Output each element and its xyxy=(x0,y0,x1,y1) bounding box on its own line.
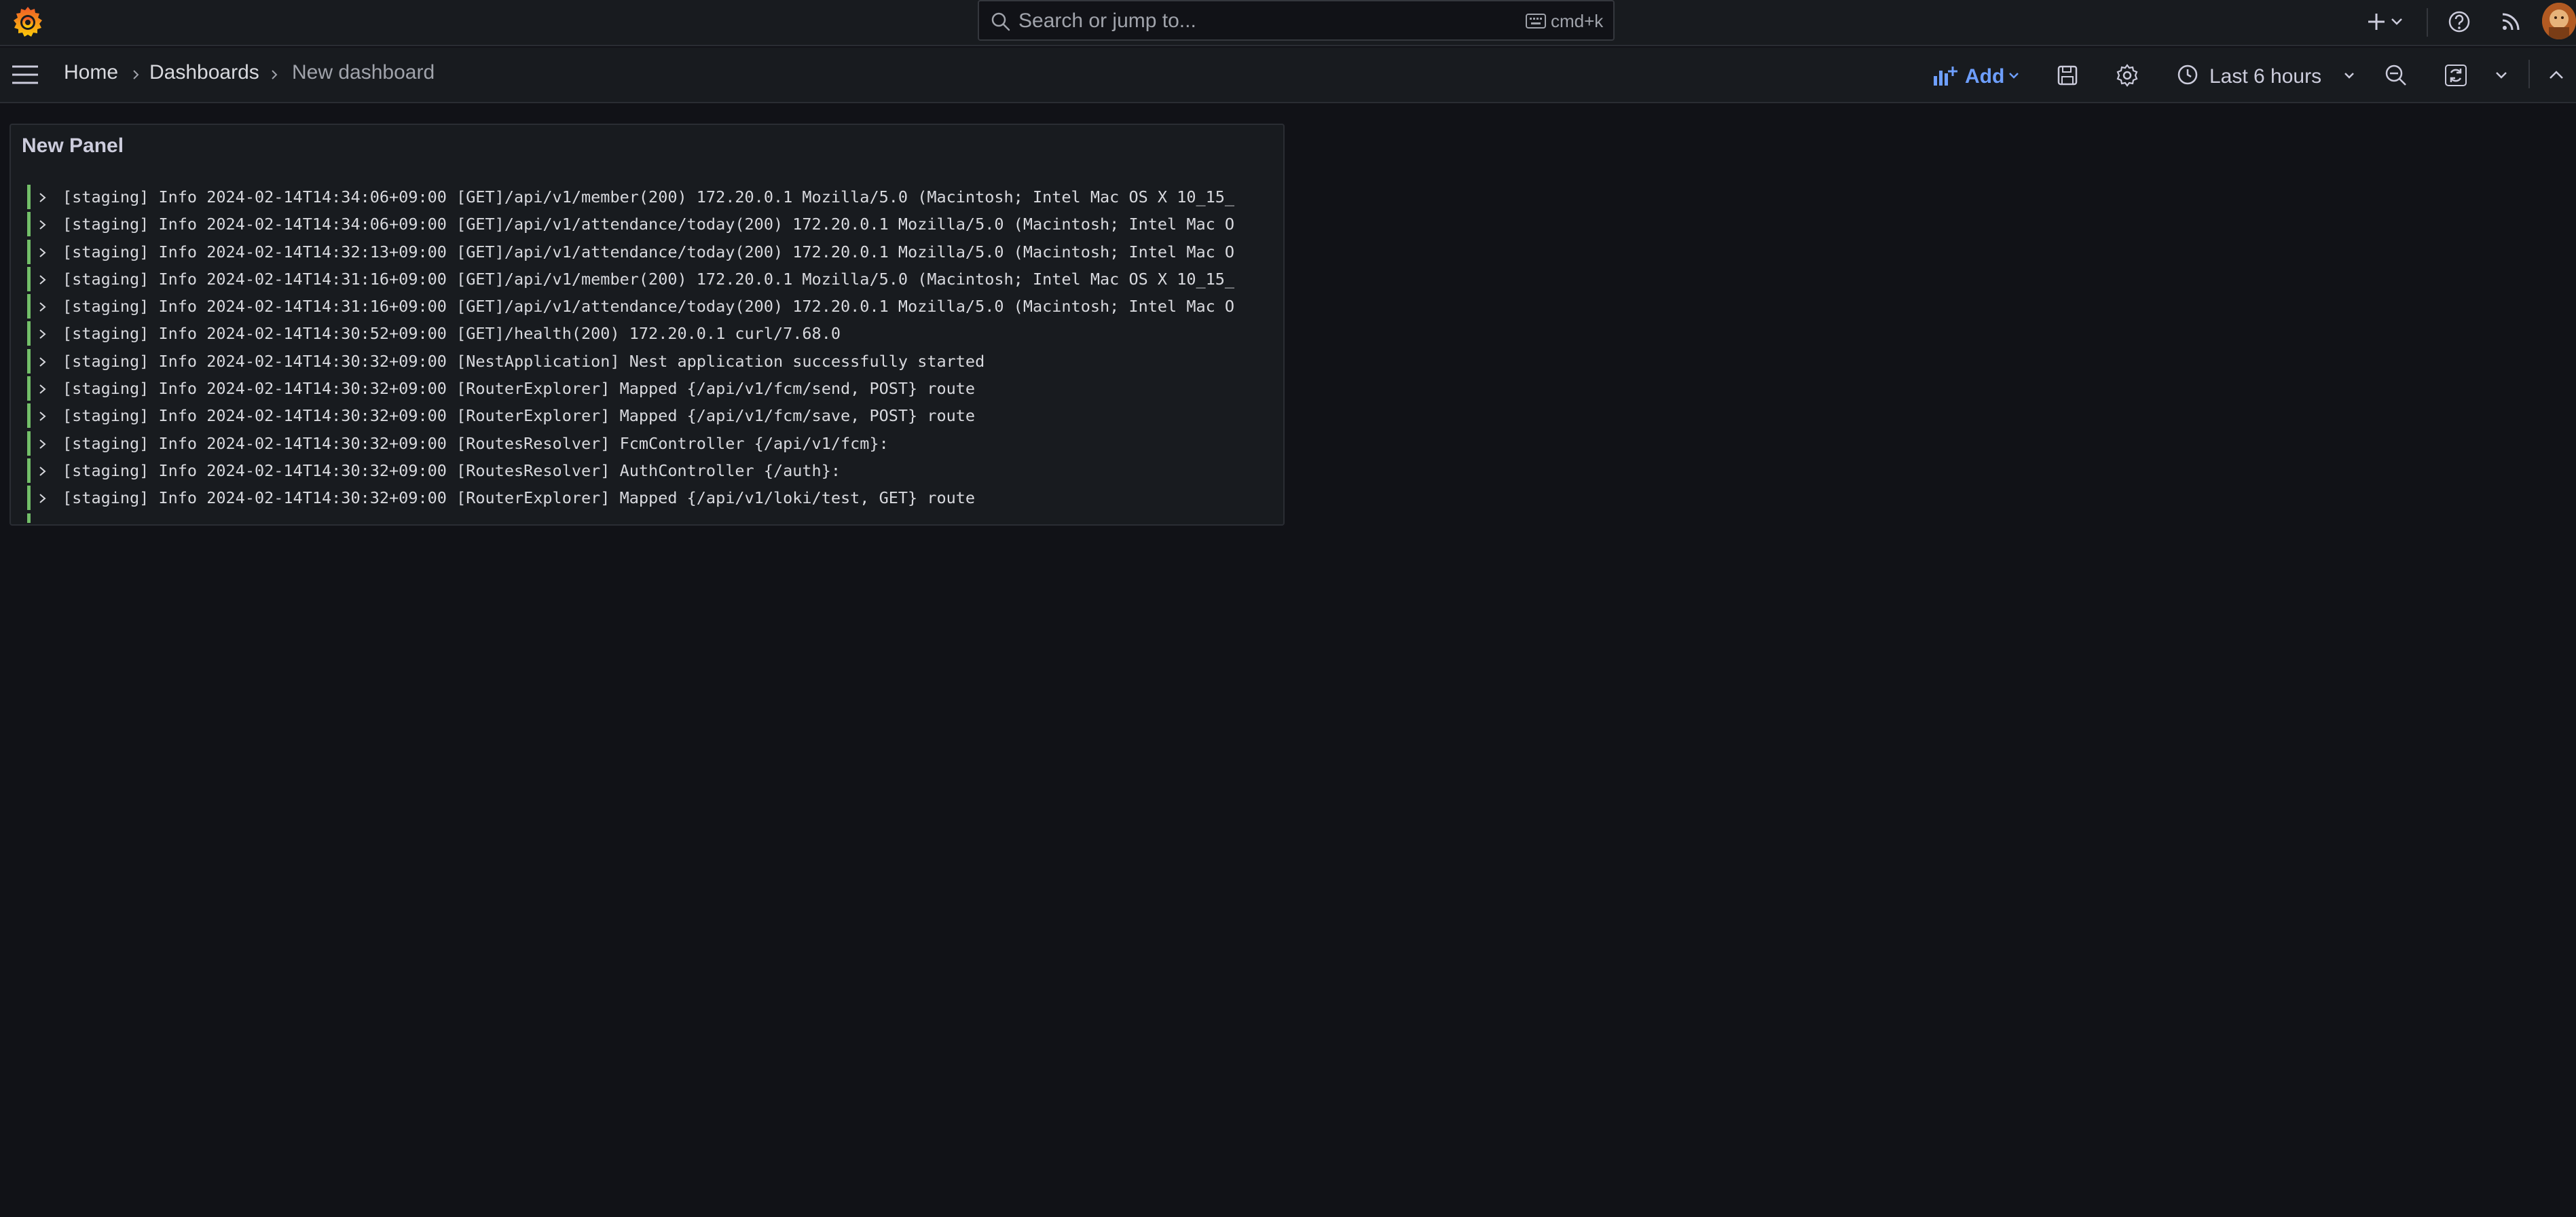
log-row[interactable]: [staging] Info 2024-02-14T14:30:32+09:00… xyxy=(27,402,1283,429)
keyboard-icon xyxy=(1526,14,1546,29)
user-avatar[interactable] xyxy=(2542,3,2576,39)
time-range-label: Last 6 hours xyxy=(2209,65,2322,88)
expand-chevron-icon[interactable] xyxy=(38,247,48,259)
divider xyxy=(2528,60,2530,88)
breadcrumb-current: New dashboard xyxy=(292,61,435,84)
panel-title[interactable]: New Panel xyxy=(22,134,124,158)
chevron-right-icon xyxy=(133,70,139,79)
expand-chevron-icon[interactable] xyxy=(38,356,48,368)
log-row[interactable]: [staging] Info 2024-02-14T14:30:32+09:00… xyxy=(27,484,1283,511)
dashboard-nav-bar: Home Dashboards New dashboard Add Last 6… xyxy=(0,48,2576,103)
help-icon[interactable] xyxy=(2446,8,2473,35)
add-panel-icon xyxy=(1934,67,1957,86)
add-button-label: Add xyxy=(1965,65,2005,88)
log-level-indicator xyxy=(27,486,31,511)
log-row[interactable]: [staging] Info 2024-02-14T14:31:16+09:00… xyxy=(27,266,1283,293)
log-row[interactable]: [staging] Info 2024-02-14T14:34:06+09:00… xyxy=(27,211,1283,238)
news-feed-icon[interactable] xyxy=(2497,8,2524,35)
log-line: [staging] Info 2024-02-14T14:32:13+09:00… xyxy=(62,242,1235,261)
log-list[interactable]: [staging] Info 2024-02-14T14:34:06+09:00… xyxy=(27,183,1283,512)
grafana-logo-icon[interactable] xyxy=(10,4,46,41)
expand-chevron-icon[interactable] xyxy=(38,192,48,204)
search-bar[interactable]: Search or jump to... cmd+k xyxy=(978,0,1615,41)
expand-chevron-icon[interactable] xyxy=(38,438,48,450)
log-row[interactable]: [staging] Info 2024-02-14T14:34:06+09:00… xyxy=(27,183,1283,211)
log-row[interactable]: [staging] Info 2024-02-14T14:30:32+09:00… xyxy=(27,348,1283,375)
log-level-indicator xyxy=(27,431,31,456)
log-line: [staging] Info 2024-02-14T14:31:16+09:00… xyxy=(62,269,1235,289)
expand-chevron-icon[interactable] xyxy=(38,274,48,286)
search-shortcut: cmd+k xyxy=(1551,11,1604,31)
log-level-indicator xyxy=(27,185,31,209)
log-level-indicator xyxy=(27,294,31,319)
log-row[interactable]: [staging] Info 2024-02-14T14:30:32+09:00… xyxy=(27,430,1283,457)
chevron-right-icon xyxy=(272,70,278,79)
expand-chevron-icon[interactable] xyxy=(38,383,48,395)
log-row[interactable]: [staging] Info 2024-02-14T14:32:13+09:00… xyxy=(27,238,1283,266)
log-row[interactable]: [staging] Info 2024-02-14T14:30:32+09:00… xyxy=(27,457,1283,484)
log-level-indicator xyxy=(27,458,31,483)
save-icon[interactable] xyxy=(2055,62,2080,88)
add-button[interactable]: Add xyxy=(1928,58,2030,92)
log-level-indicator xyxy=(27,239,31,264)
log-level-indicator xyxy=(27,212,31,237)
log-level-indicator xyxy=(27,376,31,401)
chevron-up-icon[interactable] xyxy=(2546,62,2566,88)
log-level-indicator xyxy=(27,348,31,374)
expand-chevron-icon[interactable] xyxy=(38,219,48,231)
chevron-down-icon[interactable] xyxy=(2493,62,2509,88)
log-line: [staging] Info 2024-02-14T14:30:32+09:00… xyxy=(62,406,976,426)
divider xyxy=(2427,8,2428,37)
zoom-out-icon[interactable] xyxy=(2383,62,2409,88)
refresh-icon[interactable] xyxy=(2443,62,2469,88)
plus-icon[interactable] xyxy=(2363,8,2390,35)
time-range-picker[interactable]: Last 6 hours xyxy=(2173,58,2363,92)
log-row[interactable]: [staging] Info 2024-02-14T14:31:16+09:00… xyxy=(27,293,1283,320)
menu-icon[interactable] xyxy=(11,62,39,87)
chevron-down-icon[interactable] xyxy=(2389,8,2405,35)
log-line: [staging] Info 2024-02-14T14:34:06+09:00… xyxy=(62,187,1235,206)
chevron-down-icon xyxy=(2009,73,2019,79)
breadcrumb-dashboards[interactable]: Dashboards xyxy=(149,61,259,84)
expand-chevron-icon[interactable] xyxy=(38,465,48,477)
logs-panel[interactable]: New Panel [staging] Info 2024-02-14T14:3… xyxy=(10,124,1285,526)
log-line: [staging] Info 2024-02-14T14:31:16+09:00… xyxy=(62,297,1235,316)
expand-chevron-icon[interactable] xyxy=(38,301,48,313)
log-level-indicator xyxy=(27,266,31,291)
log-row[interactable]: [staging] Info 2024-02-14T14:30:52+09:00… xyxy=(27,320,1283,347)
log-level-indicator xyxy=(27,403,31,429)
gear-icon[interactable] xyxy=(2114,62,2140,88)
expand-chevron-icon[interactable] xyxy=(38,410,48,422)
log-line: [staging] Info 2024-02-14T14:30:52+09:00… xyxy=(62,324,841,344)
clock-icon xyxy=(2177,65,2198,85)
log-row[interactable]: [staging] Info 2024-02-14T14:30:32+09:00… xyxy=(27,375,1283,402)
log-line: [staging] Info 2024-02-14T14:30:32+09:00… xyxy=(62,460,841,480)
expand-chevron-icon[interactable] xyxy=(38,328,48,340)
log-line: [staging] Info 2024-02-14T14:30:32+09:00… xyxy=(62,351,985,371)
chevron-down-icon xyxy=(2344,73,2354,79)
top-bar: Search or jump to... cmd+k xyxy=(0,0,2576,46)
expand-chevron-icon[interactable] xyxy=(38,492,48,505)
log-line: [staging] Info 2024-02-14T14:30:32+09:00… xyxy=(62,488,976,508)
log-line: [staging] Info 2024-02-14T14:30:32+09:00… xyxy=(62,379,976,399)
breadcrumb-home[interactable]: Home xyxy=(64,61,118,84)
log-level-indicator xyxy=(27,321,31,346)
avatar-image xyxy=(2542,3,2576,39)
search-icon xyxy=(991,12,1010,31)
log-line: [staging] Info 2024-02-14T14:34:06+09:00… xyxy=(62,215,1235,234)
log-line: [staging] Info 2024-02-14T14:30:32+09:00… xyxy=(62,433,889,453)
log-level-indicator xyxy=(27,513,31,523)
search-placeholder: Search or jump to... xyxy=(1018,10,1196,32)
